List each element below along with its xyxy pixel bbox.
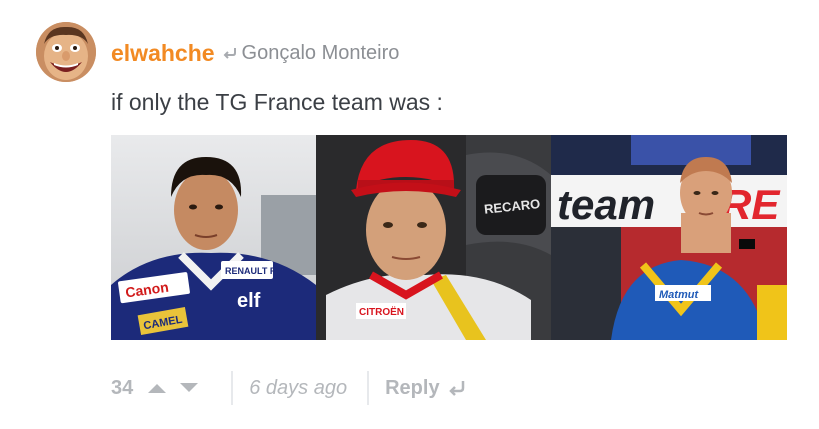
footer-divider — [231, 371, 234, 405]
avatar-caricature-image — [36, 22, 96, 82]
reply-arrow-icon — [223, 47, 237, 59]
username-link[interactable]: elwahche — [111, 38, 215, 68]
photo-driver-2: RECARO CITROËN — [316, 135, 551, 340]
vote-count: 34 — [111, 376, 134, 399]
comment-footer: 34 6 days ago Reply — [111, 371, 466, 405]
renault-logo-text: RENAULT F1 — [225, 266, 280, 276]
citroen-logo-text: CITROËN — [359, 305, 404, 318]
reply-to-name: Gonçalo Monteiro — [241, 42, 400, 64]
upvote-button[interactable] — [147, 382, 167, 394]
reply-label: Reply — [385, 376, 440, 399]
reply-button[interactable]: Reply — [385, 377, 465, 400]
reply-arrow-icon — [448, 381, 464, 396]
downvote-icon — [180, 383, 199, 392]
timestamp-link[interactable]: 6 days ago — [249, 377, 347, 400]
downvote-button[interactable] — [179, 382, 199, 394]
photo-driver-1: Canon RENAULT F1 elf CAMEL — [111, 135, 316, 340]
team-banner-text: team — [557, 181, 655, 228]
comment: elwahche Gonçalo Monteiro if only the TG… — [0, 0, 819, 429]
comment-image[interactable]: Canon RENAULT F1 elf CAMEL RECARO CITROË… — [111, 135, 787, 340]
elf-logo-text: elf — [237, 290, 261, 312]
photo-driver-3: team RE Matmut — [551, 135, 787, 340]
footer-divider — [367, 371, 370, 405]
comment-header: elwahche Gonçalo Monteiro — [111, 38, 399, 68]
avatar[interactable] — [36, 22, 96, 82]
reply-to-link[interactable]: Gonçalo Monteiro — [223, 38, 400, 68]
upvote-icon — [148, 384, 167, 393]
comment-body: if only the TG France team was : — [111, 89, 443, 115]
matmut-logo-text: Matmut — [659, 289, 699, 301]
